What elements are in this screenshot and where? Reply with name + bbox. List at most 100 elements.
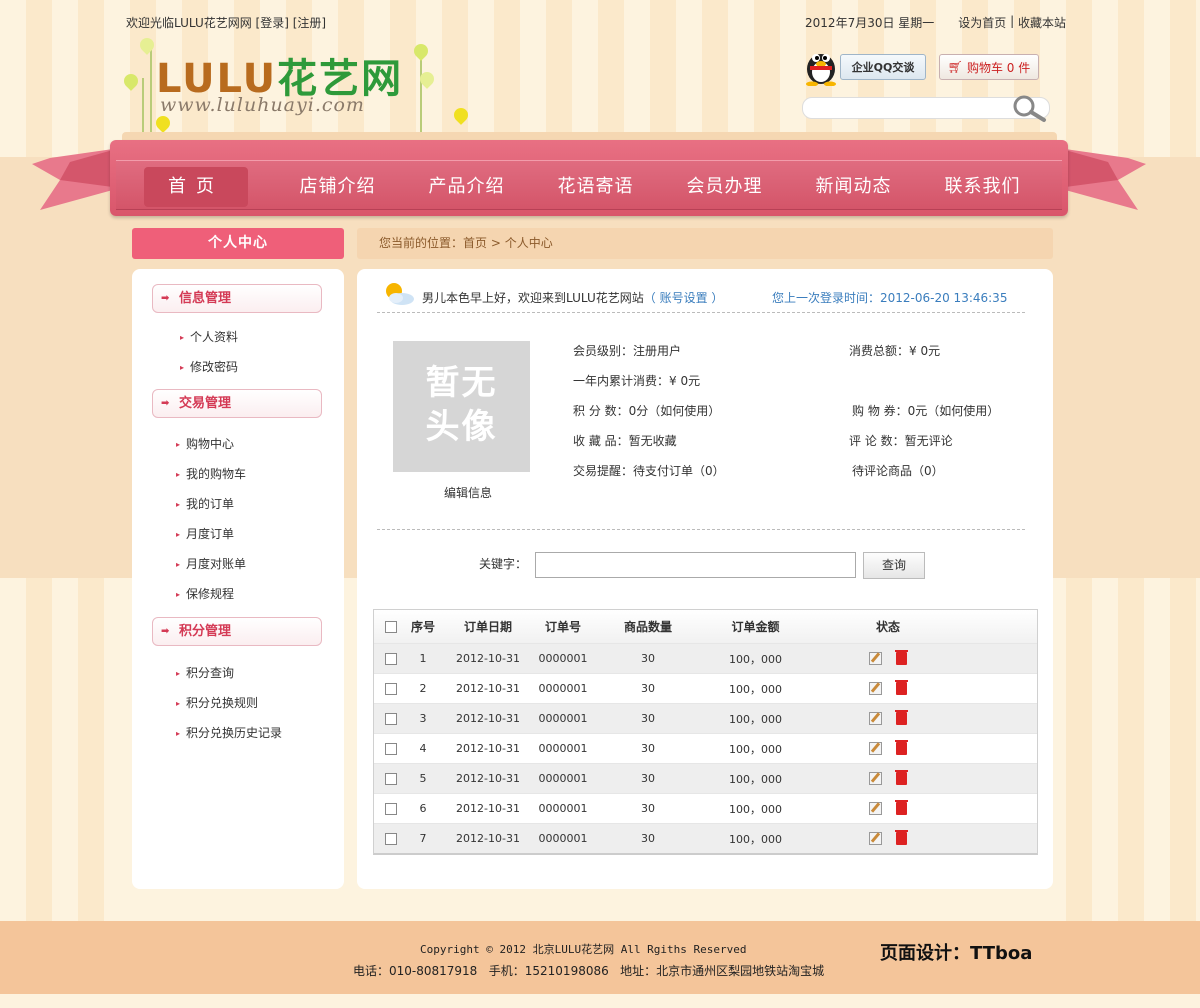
order-date: 2012-10-31 <box>456 712 520 725</box>
nav-item-flower-words[interactable]: 花语寄语 <box>531 167 660 207</box>
bullet-icon: ▸ <box>180 333 185 342</box>
set-home-link[interactable]: 设为首页 <box>958 14 1006 31</box>
delete-icon[interactable] <box>895 740 908 756</box>
delete-icon[interactable] <box>895 830 908 846</box>
edit-icon[interactable] <box>869 832 882 846</box>
bullet-icon: ▸ <box>176 729 181 738</box>
order-date: 2012-10-31 <box>456 832 520 845</box>
qq-penguin-icon[interactable] <box>800 44 842 87</box>
sidebar-item-label: 月度订单 <box>186 527 235 541</box>
edit-icon[interactable] <box>869 652 882 666</box>
sidebar-group-points[interactable]: ➡ 积分管理 <box>152 617 322 646</box>
design-credit: 页面设计：TTboa <box>880 943 1033 964</box>
site-logo[interactable]: LULU花艺网 www.luluhuayi.com <box>120 35 480 138</box>
order-date: 2012-10-31 <box>456 742 520 755</box>
row-checkbox[interactable] <box>385 773 397 785</box>
logo-stem <box>150 48 152 138</box>
order-date: 2012-10-31 <box>456 802 520 815</box>
order-number: 0000001 <box>538 832 588 845</box>
nav-item-shop[interactable]: 店铺介绍 <box>273 167 402 207</box>
ribbon-right <box>1058 140 1148 220</box>
date-text: 2012年7月30日 星期一 <box>805 16 935 30</box>
sidebar-group-trade[interactable]: ➡ 交易管理 <box>152 389 322 418</box>
sidebar-item-label: 保修规程 <box>186 587 235 601</box>
sidebar-item-my-orders[interactable]: ▸ 我的订单 <box>176 495 234 512</box>
sidebar-item-password[interactable]: ▸ 修改密码 <box>180 358 238 375</box>
row-checkbox[interactable] <box>385 743 397 755</box>
account-settings-link[interactable]: （ 账号设置 ） <box>644 291 724 305</box>
sidebar-item-my-cart[interactable]: ▸ 我的购物车 <box>176 465 246 482</box>
sidebar-item-label: 购物中心 <box>186 437 235 451</box>
search-icon[interactable] <box>1010 93 1050 123</box>
order-number: 0000001 <box>538 742 588 755</box>
edit-icon[interactable] <box>869 682 882 696</box>
row-checkbox[interactable] <box>385 713 397 725</box>
pending-reviews[interactable]: 待评论商品（0） <box>852 462 944 479</box>
nav-item-home[interactable]: 首页 <box>144 167 248 207</box>
order-number: 0000001 <box>538 772 588 785</box>
sidebar-panel: ➡ 信息管理 ▸ 个人资料 ▸ 修改密码 ➡ 交易管理 ▸ 购物中心 ▸ 我的购物车 ▸ 我的… <box>132 269 344 889</box>
sidebar-item-points-history[interactable]: ▸ 积分兑换历史记录 <box>176 724 282 741</box>
order-number: 0000001 <box>538 712 588 725</box>
sidebar-item-points-query[interactable]: ▸ 积分查询 <box>176 664 234 681</box>
qq-chat-button[interactable]: 企业QQ交谈 <box>840 54 926 80</box>
row-checkbox[interactable] <box>385 683 397 695</box>
page-bottom <box>0 994 1200 1008</box>
order-number: 0000001 <box>538 652 588 665</box>
edit-info-link[interactable]: 编辑信息 <box>444 484 492 501</box>
avatar-placeholder: 暂无 头像 <box>393 341 530 472</box>
item-quantity: 30 <box>641 682 655 695</box>
select-all-checkbox[interactable] <box>385 621 397 633</box>
sidebar-item-label: 积分兑换历史记录 <box>186 726 283 740</box>
delete-icon[interactable] <box>895 770 908 786</box>
breadcrumb-prefix: 您当前的位置： <box>379 236 464 250</box>
main-panel: 男儿本色早上好，欢迎来到LULU花艺网站（ 账号设置 ） 您上一次登录时间：20… <box>357 269 1053 889</box>
sidebar-item-warranty[interactable]: ▸ 保修规程 <box>176 585 234 602</box>
sidebar-item-points-rules[interactable]: ▸ 积分兑换规则 <box>176 694 258 711</box>
nav-item-membership[interactable]: 会员办理 <box>660 167 789 207</box>
row-checkbox[interactable] <box>385 653 397 665</box>
table-row: 1 2012-10-31 0000001 30 100，000 <box>374 643 1037 673</box>
edit-icon[interactable] <box>869 802 882 816</box>
table-header-row: 序号 订单日期 订单号 商品数量 订单金额 状态 <box>374 610 1037 643</box>
cart-label: 购物车 0 件 <box>966 60 1031 75</box>
trade-reminder[interactable]: 交易提醒：待支付订单（0） <box>573 462 725 479</box>
sidebar-item-label: 月度对账单 <box>186 557 247 571</box>
edit-icon[interactable] <box>869 772 882 786</box>
delete-icon[interactable] <box>895 800 908 816</box>
edit-icon[interactable] <box>869 742 882 756</box>
row-checkbox[interactable] <box>385 803 397 815</box>
delete-icon[interactable] <box>895 650 908 666</box>
arrow-right-icon: ➡ <box>161 293 170 304</box>
sidebar-item-label: 积分查询 <box>186 666 235 680</box>
nav-item-news[interactable]: 新闻动态 <box>789 167 918 207</box>
bullet-icon: ▸ <box>176 530 181 539</box>
sidebar-item-shopping[interactable]: ▸ 购物中心 <box>176 435 234 452</box>
breadcrumb-home[interactable]: 首页 <box>463 236 487 250</box>
nav-item-contact[interactable]: 联系我们 <box>918 167 1047 207</box>
order-amount: 100，000 <box>729 802 782 816</box>
row-checkbox[interactable] <box>385 833 397 845</box>
sidebar-group-info[interactable]: ➡ 信息管理 <box>152 284 322 313</box>
sidebar-item-monthly-statement[interactable]: ▸ 月度对账单 <box>176 555 246 572</box>
delete-icon[interactable] <box>895 710 908 726</box>
nav-item-products[interactable]: 产品介绍 <box>402 167 531 207</box>
sidebar-item-profile[interactable]: ▸ 个人资料 <box>180 328 238 345</box>
favorite-link[interactable]: 收藏本站 <box>1018 14 1066 31</box>
keyword-input[interactable] <box>535 552 856 578</box>
table-body: 1 2012-10-31 0000001 30 100，000 2 2012-10-31 00… <box>374 643 1037 853</box>
row-index: 5 <box>419 772 427 785</box>
order-amount: 100，000 <box>729 832 782 846</box>
item-quantity: 30 <box>641 712 655 725</box>
cart-button[interactable]: 🛒︎ 购物车 0 件 <box>939 54 1039 80</box>
sidebar-title: 个人中心 <box>132 228 344 259</box>
column-header: 序号 <box>410 620 435 634</box>
welcome-text[interactable]: 欢迎光临LULU花艺网网 [登录] [注册] <box>126 14 326 31</box>
query-button[interactable]: 查询 <box>863 552 925 579</box>
sidebar-item-monthly-orders[interactable]: ▸ 月度订单 <box>176 525 234 542</box>
breadcrumb-sep: > <box>487 236 505 250</box>
edit-icon[interactable] <box>869 712 882 726</box>
delete-icon[interactable] <box>895 680 908 696</box>
bullet-icon: ▸ <box>176 699 181 708</box>
bullet-icon: ▸ <box>180 363 185 372</box>
